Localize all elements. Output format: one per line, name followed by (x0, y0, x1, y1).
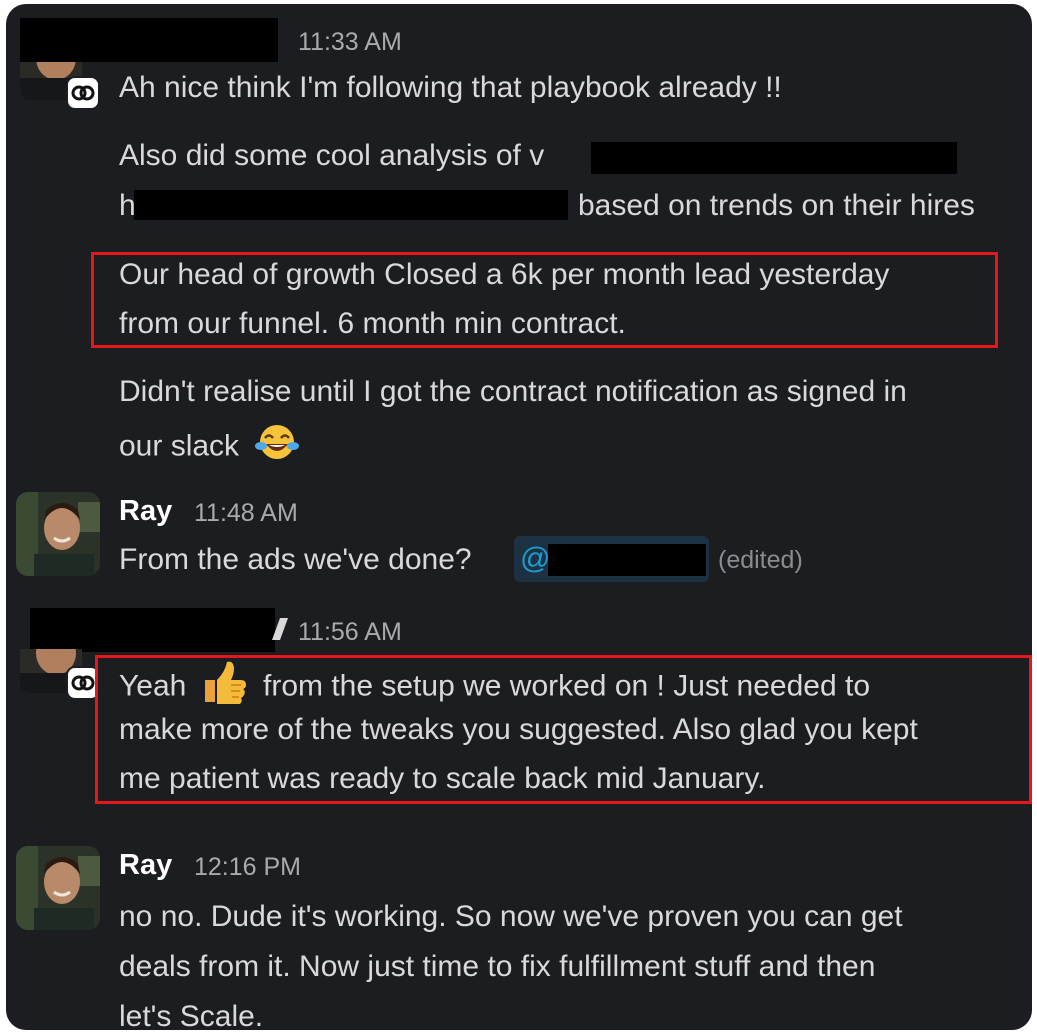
avatar-ray[interactable] (16, 846, 100, 930)
chat-window: 11:33 AM Ah nice think I'm following tha… (6, 4, 1032, 1030)
sender-name[interactable]: Ray (119, 493, 172, 529)
text-redaction (591, 142, 957, 174)
text-redaction (134, 190, 568, 220)
message-timestamp[interactable]: 11:33 AM (298, 24, 402, 60)
message-text-fragment: our slack (119, 429, 240, 463)
message-text-line: no no. Dude it's working. So now we've p… (119, 900, 903, 933)
message-text-line: from our funnel. 6 month min contract. (119, 307, 626, 340)
laughing-tears-emoji (253, 422, 301, 473)
avatar-ray[interactable] (16, 492, 100, 576)
message-text-line: deals from it. Now just time to fix fulf… (119, 950, 876, 983)
message-text-line: me patient was ready to scale back mid J… (119, 762, 766, 795)
message-text-fragment: Also did some cool analysis of (119, 139, 521, 172)
message-text-line: Didn't realise until I got the contract … (119, 375, 907, 408)
message-text-line: make more of the tweaks you suggested. A… (119, 713, 918, 746)
message-text-line: let's Scale. (119, 1000, 264, 1030)
message-text-line: From the ads we've done? (119, 543, 472, 576)
edited-label: (edited) (718, 546, 803, 574)
message-text-fragment: v (529, 139, 545, 172)
message-timestamp[interactable]: 11:56 AM (298, 614, 402, 650)
sender-name[interactable]: Ray (119, 847, 172, 883)
sender-name-redaction (30, 608, 275, 652)
message-text-line: Yeah from the setup we worked on ! Just … (119, 660, 870, 715)
app-integration-icon (66, 76, 100, 110)
mention-redaction (548, 544, 706, 576)
sender-name-redaction (20, 18, 278, 62)
message-text-line: Our head of growth Closed a 6k per month… (119, 258, 890, 291)
mention-prefix: @ (520, 542, 551, 575)
thumbs-up-emoji (201, 660, 247, 715)
message-text-line: based on trends on their hires (578, 189, 975, 222)
message-text-line: Also did some cool analysis of v (119, 136, 544, 176)
message-text-line: Ah nice think I'm following that playboo… (119, 71, 782, 104)
message-text-line: our slack (119, 422, 301, 473)
message-timestamp[interactable]: 11:48 AM (194, 495, 298, 531)
message-text-fragment: from the setup we worked on ! Just neede… (263, 669, 871, 703)
message-text-fragment: Yeah (119, 669, 187, 703)
message-1: 11:33 AM Ah nice think I'm following tha… (6, 4, 1032, 474)
message-timestamp[interactable]: 12:16 PM (194, 849, 301, 885)
